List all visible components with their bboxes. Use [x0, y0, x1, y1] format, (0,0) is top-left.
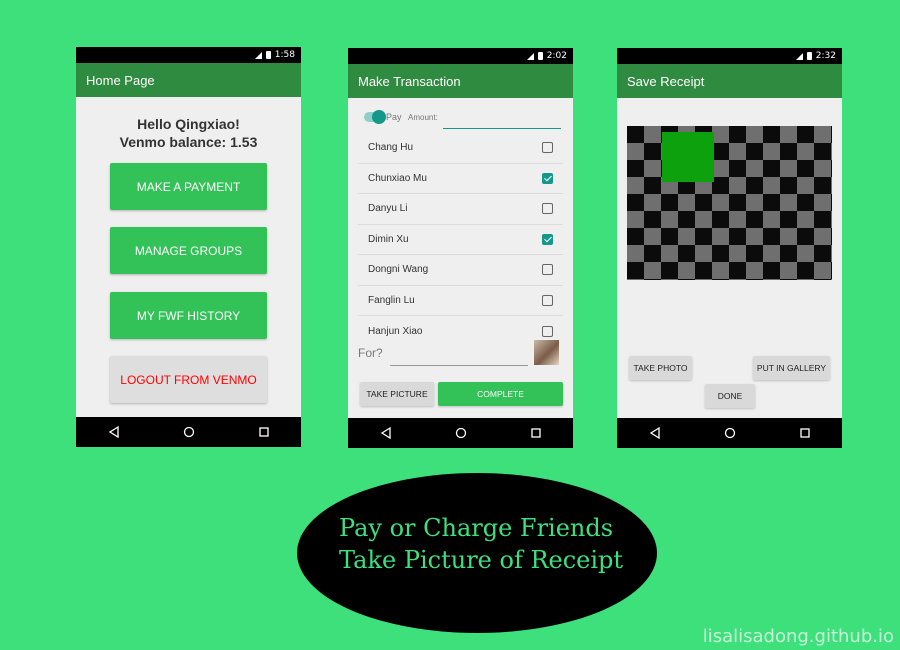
- home-screen: 1:58 Home Page Hello Qingxiao! Venmo bal…: [76, 47, 301, 447]
- contact-row[interactable]: Danyu Li: [358, 194, 563, 225]
- battery-icon: [537, 52, 543, 60]
- greeting-block: Hello Qingxiao! Venmo balance: 1.53: [76, 115, 301, 151]
- contact-row[interactable]: Dongni Wang: [358, 255, 563, 286]
- battery-icon: [265, 51, 271, 59]
- put-in-gallery-button[interactable]: PUT IN GALLERY: [753, 356, 830, 380]
- greeting-text: Hello Qingxiao!: [137, 116, 240, 132]
- app-bar: Save Receipt: [617, 64, 842, 98]
- contact-checkbox[interactable]: [542, 233, 553, 245]
- home-icon[interactable]: [724, 427, 736, 439]
- battery-icon: [806, 52, 812, 60]
- nav-bar: [76, 417, 301, 447]
- recents-icon[interactable]: [258, 426, 270, 438]
- amount-input[interactable]: [443, 128, 561, 129]
- status-bar: 2:32: [617, 48, 842, 64]
- contact-name: Fanglin Lu: [368, 294, 415, 306]
- contact-name: Chunxiao Mu: [368, 172, 427, 184]
- contact-row[interactable]: Fanglin Lu: [358, 286, 563, 316]
- for-placeholder: For?: [358, 346, 383, 360]
- manage-groups-button[interactable]: MANAGE GROUPS: [110, 227, 267, 274]
- receipt-image-preview: [627, 126, 832, 280]
- take-picture-button[interactable]: TAKE PICTURE: [360, 382, 434, 406]
- contact-checkbox[interactable]: [542, 264, 553, 276]
- logout-button[interactable]: LOGOUT FROM VENMO: [110, 356, 267, 403]
- page-title: Make Transaction: [358, 73, 461, 89]
- home-icon[interactable]: [455, 427, 467, 439]
- recents-icon[interactable]: [530, 427, 542, 439]
- caption-line-1: Pay or Charge Friends: [339, 514, 614, 542]
- recents-icon[interactable]: [799, 427, 811, 439]
- signal-icon: [254, 51, 262, 59]
- watermark: lisalisadong.github.io: [702, 626, 894, 647]
- contact-row[interactable]: Hanjun Xiao: [358, 316, 563, 347]
- transaction-screen: 2:02 Make Transaction Pay Amount: Chang …: [348, 48, 573, 448]
- contact-name: Dimin Xu: [368, 233, 409, 245]
- receipt-thumbnail[interactable]: [534, 340, 559, 365]
- app-bar: Make Transaction: [348, 64, 573, 98]
- amount-label: Amount:: [408, 113, 438, 122]
- fwf-history-button[interactable]: MY FWF HISTORY: [110, 292, 267, 339]
- contact-checkbox[interactable]: [542, 172, 553, 184]
- contact-row[interactable]: Chang Hu: [358, 133, 563, 164]
- pay-label: Pay: [386, 112, 402, 122]
- contact-checkbox[interactable]: [542, 203, 553, 215]
- contact-checkbox[interactable]: [542, 294, 553, 306]
- app-bar: Home Page: [76, 63, 301, 97]
- photo-placeholder: [662, 132, 714, 182]
- status-time: 2:02: [546, 51, 567, 61]
- contact-checkbox[interactable]: [542, 325, 553, 337]
- contact-name: Dongni Wang: [368, 264, 429, 276]
- contact-row[interactable]: Chunxiao Mu: [358, 164, 563, 194]
- balance-text: Venmo balance: 1.53: [119, 134, 258, 150]
- contact-checkbox[interactable]: [542, 142, 553, 154]
- take-photo-button[interactable]: TAKE PHOTO: [629, 356, 692, 380]
- page-title: Home Page: [86, 72, 155, 88]
- contact-row[interactable]: Dimin Xu: [358, 225, 563, 255]
- complete-button[interactable]: COMPLETE: [438, 382, 563, 406]
- back-icon[interactable]: [108, 426, 120, 438]
- contact-name: Chang Hu: [368, 142, 414, 154]
- back-icon[interactable]: [649, 427, 661, 439]
- receipt-screen: 2:32 Save Receipt TAKE PHOTO PUT IN GALL…: [617, 48, 842, 448]
- back-icon[interactable]: [380, 427, 392, 439]
- status-bar: 2:02: [348, 48, 573, 64]
- nav-bar: [348, 418, 573, 448]
- contact-list: Chang Hu Chunxiao Mu Danyu Li Dimin Xu Dongn…: [358, 133, 563, 347]
- signal-icon: [795, 52, 803, 60]
- signal-icon: [526, 52, 534, 60]
- status-time: 1:58: [274, 50, 295, 60]
- contact-name: Hanjun Xiao: [368, 325, 423, 337]
- pay-toggle[interactable]: [364, 110, 386, 124]
- home-icon[interactable]: [183, 426, 195, 438]
- status-time: 2:32: [815, 51, 836, 61]
- for-input[interactable]: [390, 365, 528, 366]
- make-payment-button[interactable]: MAKE A PAYMENT: [110, 163, 267, 210]
- caption-line-2: Take Picture of Receipt: [339, 546, 624, 574]
- done-button[interactable]: DONE: [705, 384, 755, 408]
- contact-name: Danyu Li: [368, 203, 408, 215]
- page-title: Save Receipt: [627, 73, 705, 89]
- status-bar: 1:58: [76, 47, 301, 63]
- nav-bar: [617, 418, 842, 448]
